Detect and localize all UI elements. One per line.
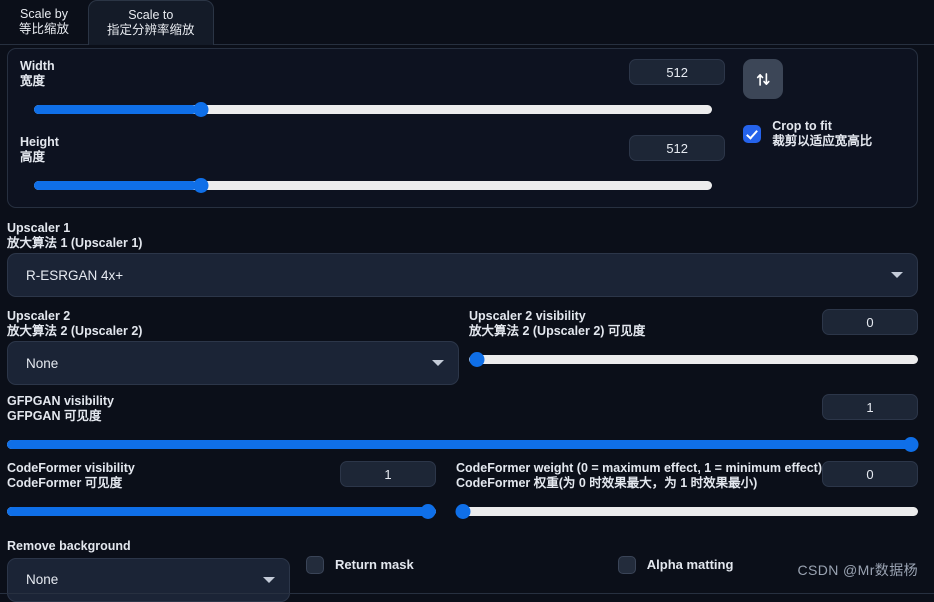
upscaler2-visibility-group: Upscaler 2 visibility 放大算法 2 (Upscaler 2… — [459, 309, 918, 385]
gfpgan-visibility-label-en: GFPGAN visibility — [7, 394, 114, 408]
tab-bar: Scale by 等比缩放 Scale to 指定分辨率缩放 — [0, 0, 934, 45]
codeformer-visibility-group: CodeFormer visibility CodeFormer 可见度 1 — [7, 461, 446, 519]
codeformer-visibility-slider[interactable] — [7, 503, 436, 519]
height-slider[interactable] — [34, 177, 712, 193]
gfpgan-visibility-label: GFPGAN visibility GFPGAN 可见度 — [7, 394, 822, 423]
crop-to-fit-label: Crop to fit 裁剪以适应宽高比 — [772, 119, 872, 148]
tab-scale-to-label-en: Scale to — [128, 8, 174, 22]
settings-content: Width 宽度 512 Height 高度 512 Crop to fit 裁… — [0, 45, 934, 602]
height-slider-fill — [34, 180, 197, 190]
codeformer-visibility-slider-thumb[interactable] — [420, 503, 436, 519]
width-label: Width 宽度 — [20, 59, 629, 88]
codeformer-weight-label-en: CodeFormer weight (0 = maximum effect, 1… — [455, 461, 822, 475]
remove-background-label: Remove background — [7, 539, 131, 553]
gfpgan-visibility-slider[interactable] — [7, 436, 918, 452]
height-label: Height 高度 — [20, 135, 629, 164]
codeformer-visibility-label-en: CodeFormer visibility — [7, 461, 135, 475]
codeformer-weight-slider-thumb[interactable] — [455, 503, 471, 519]
upscaler2-label-en: Upscaler 2 — [7, 309, 71, 323]
chevron-down-icon — [263, 576, 275, 583]
width-slider[interactable] — [34, 101, 712, 117]
gfpgan-visibility-group: GFPGAN visibility GFPGAN 可见度 1 — [7, 394, 918, 452]
alpha-matting-label: Alpha matting — [646, 556, 734, 572]
upscaler2-visibility-label-en: Upscaler 2 visibility — [469, 309, 586, 323]
upscaler2-row: Upscaler 2 放大算法 2 (Upscaler 2) None Upsc… — [7, 309, 918, 385]
upscaler2-label: Upscaler 2 放大算法 2 (Upscaler 2) — [7, 309, 459, 338]
alpha-matting-checkbox[interactable] — [617, 556, 636, 574]
return-mask-checkbox-row[interactable]: Return mask — [306, 556, 414, 574]
remove-background-value: None — [26, 572, 59, 587]
return-mask-label: Return mask — [335, 556, 414, 572]
upscaler2-visibility-slider-thumb[interactable] — [469, 351, 484, 367]
codeformer-weight-label: CodeFormer weight (0 = maximum effect, 1… — [456, 461, 822, 490]
crop-to-fit-label-en: Crop to fit — [772, 119, 832, 133]
tab-scale-by-label-en: Scale by — [20, 7, 68, 21]
codeformer-weight-number-input[interactable]: 0 — [822, 461, 918, 487]
tab-scale-by-label-cn: 等比缩放 — [19, 22, 70, 36]
codeformer-weight-label-cn: CodeFormer 权重(为 0 时效果最大，为 1 时效果最小) — [455, 475, 758, 490]
tab-scale-by[interactable]: Scale by 等比缩放 — [0, 0, 88, 44]
upscaler2-visibility-number-input[interactable]: 0 — [822, 309, 918, 335]
upscaler1-label: Upscaler 1 放大算法 1 (Upscaler 1) — [7, 221, 918, 250]
width-label-cn: 宽度 — [20, 73, 46, 88]
tab-scale-to[interactable]: Scale to 指定分辨率缩放 — [88, 0, 214, 45]
upscaler1-label-cn: 放大算法 1 (Upscaler 1) — [7, 235, 143, 250]
upscaler2-group: Upscaler 2 放大算法 2 (Upscaler 2) None — [7, 309, 459, 385]
crop-to-fit-checkbox-row[interactable]: Crop to fit 裁剪以适应宽高比 — [743, 119, 905, 148]
resize-panel: Width 宽度 512 Height 高度 512 Crop to fit 裁… — [7, 48, 918, 208]
upscaler2-visibility-slider[interactable] — [469, 351, 918, 367]
chevron-down-icon — [432, 360, 444, 366]
swap-dimensions-button[interactable] — [743, 59, 784, 99]
codeformer-visibility-label-cn: CodeFormer 可见度 — [7, 475, 123, 490]
return-mask-checkbox[interactable] — [306, 556, 324, 574]
upscaler2-visibility-label-cn: 放大算法 2 (Upscaler 2) 可见度 — [469, 323, 646, 338]
remove-background-dropdown[interactable]: None — [7, 557, 290, 602]
codeformer-visibility-slider-fill — [7, 506, 436, 516]
upscaler1-label-en: Upscaler 1 — [7, 221, 71, 235]
gfpgan-visibility-label-cn: GFPGAN 可见度 — [7, 408, 102, 423]
tab-scale-to-label-cn: 指定分辨率缩放 — [107, 23, 195, 37]
width-number-input[interactable]: 512 — [629, 59, 726, 85]
upscaler2-visibility-slider-track — [469, 354, 918, 364]
gfpgan-visibility-slider-fill — [7, 439, 918, 449]
upscaler2-label-cn: 放大算法 2 (Upscaler 2) — [7, 323, 143, 338]
height-number-input[interactable]: 512 — [629, 135, 726, 161]
height-slider-thumb[interactable] — [193, 177, 209, 193]
height-label-cn: 高度 — [20, 149, 46, 164]
width-slider-thumb[interactable] — [193, 101, 209, 117]
codeformer-weight-slider-track — [455, 506, 918, 516]
codeformer-weight-group: CodeFormer weight (0 = maximum effect, 1… — [446, 461, 918, 519]
codeformer-row: CodeFormer visibility CodeFormer 可见度 1 C… — [7, 461, 918, 519]
upscaler1-group: Upscaler 1 放大算法 1 (Upscaler 1) R-ESRGAN … — [7, 221, 918, 297]
gfpgan-visibility-number-input[interactable]: 1 — [822, 394, 918, 420]
crop-to-fit-label-cn: 裁剪以适应宽高比 — [772, 133, 873, 148]
upscaler2-dropdown[interactable]: None — [7, 341, 459, 385]
chevron-down-icon — [891, 272, 903, 278]
height-label-en: Height — [20, 135, 59, 149]
gfpgan-visibility-slider-thumb[interactable] — [903, 436, 918, 452]
codeformer-weight-slider[interactable] — [455, 503, 918, 519]
codeformer-visibility-number-input[interactable]: 1 — [339, 461, 436, 487]
width-slider-fill — [34, 104, 197, 114]
upscaler1-dropdown[interactable]: R-ESRGAN 4x+ — [7, 253, 918, 297]
watermark: CSDN @Mr数据杨 — [797, 562, 918, 578]
upscaler2-visibility-label: Upscaler 2 visibility 放大算法 2 (Upscaler 2… — [469, 309, 822, 338]
upscaler1-value: R-ESRGAN 4x+ — [26, 267, 124, 283]
alpha-matting-checkbox-row[interactable]: Alpha matting — [617, 556, 734, 574]
swap-vertical-icon — [756, 72, 770, 86]
width-label-en: Width — [20, 59, 55, 73]
codeformer-visibility-label: CodeFormer visibility CodeFormer 可见度 — [7, 461, 340, 490]
crop-to-fit-checkbox[interactable] — [743, 124, 762, 143]
upscaler2-value: None — [26, 355, 59, 371]
